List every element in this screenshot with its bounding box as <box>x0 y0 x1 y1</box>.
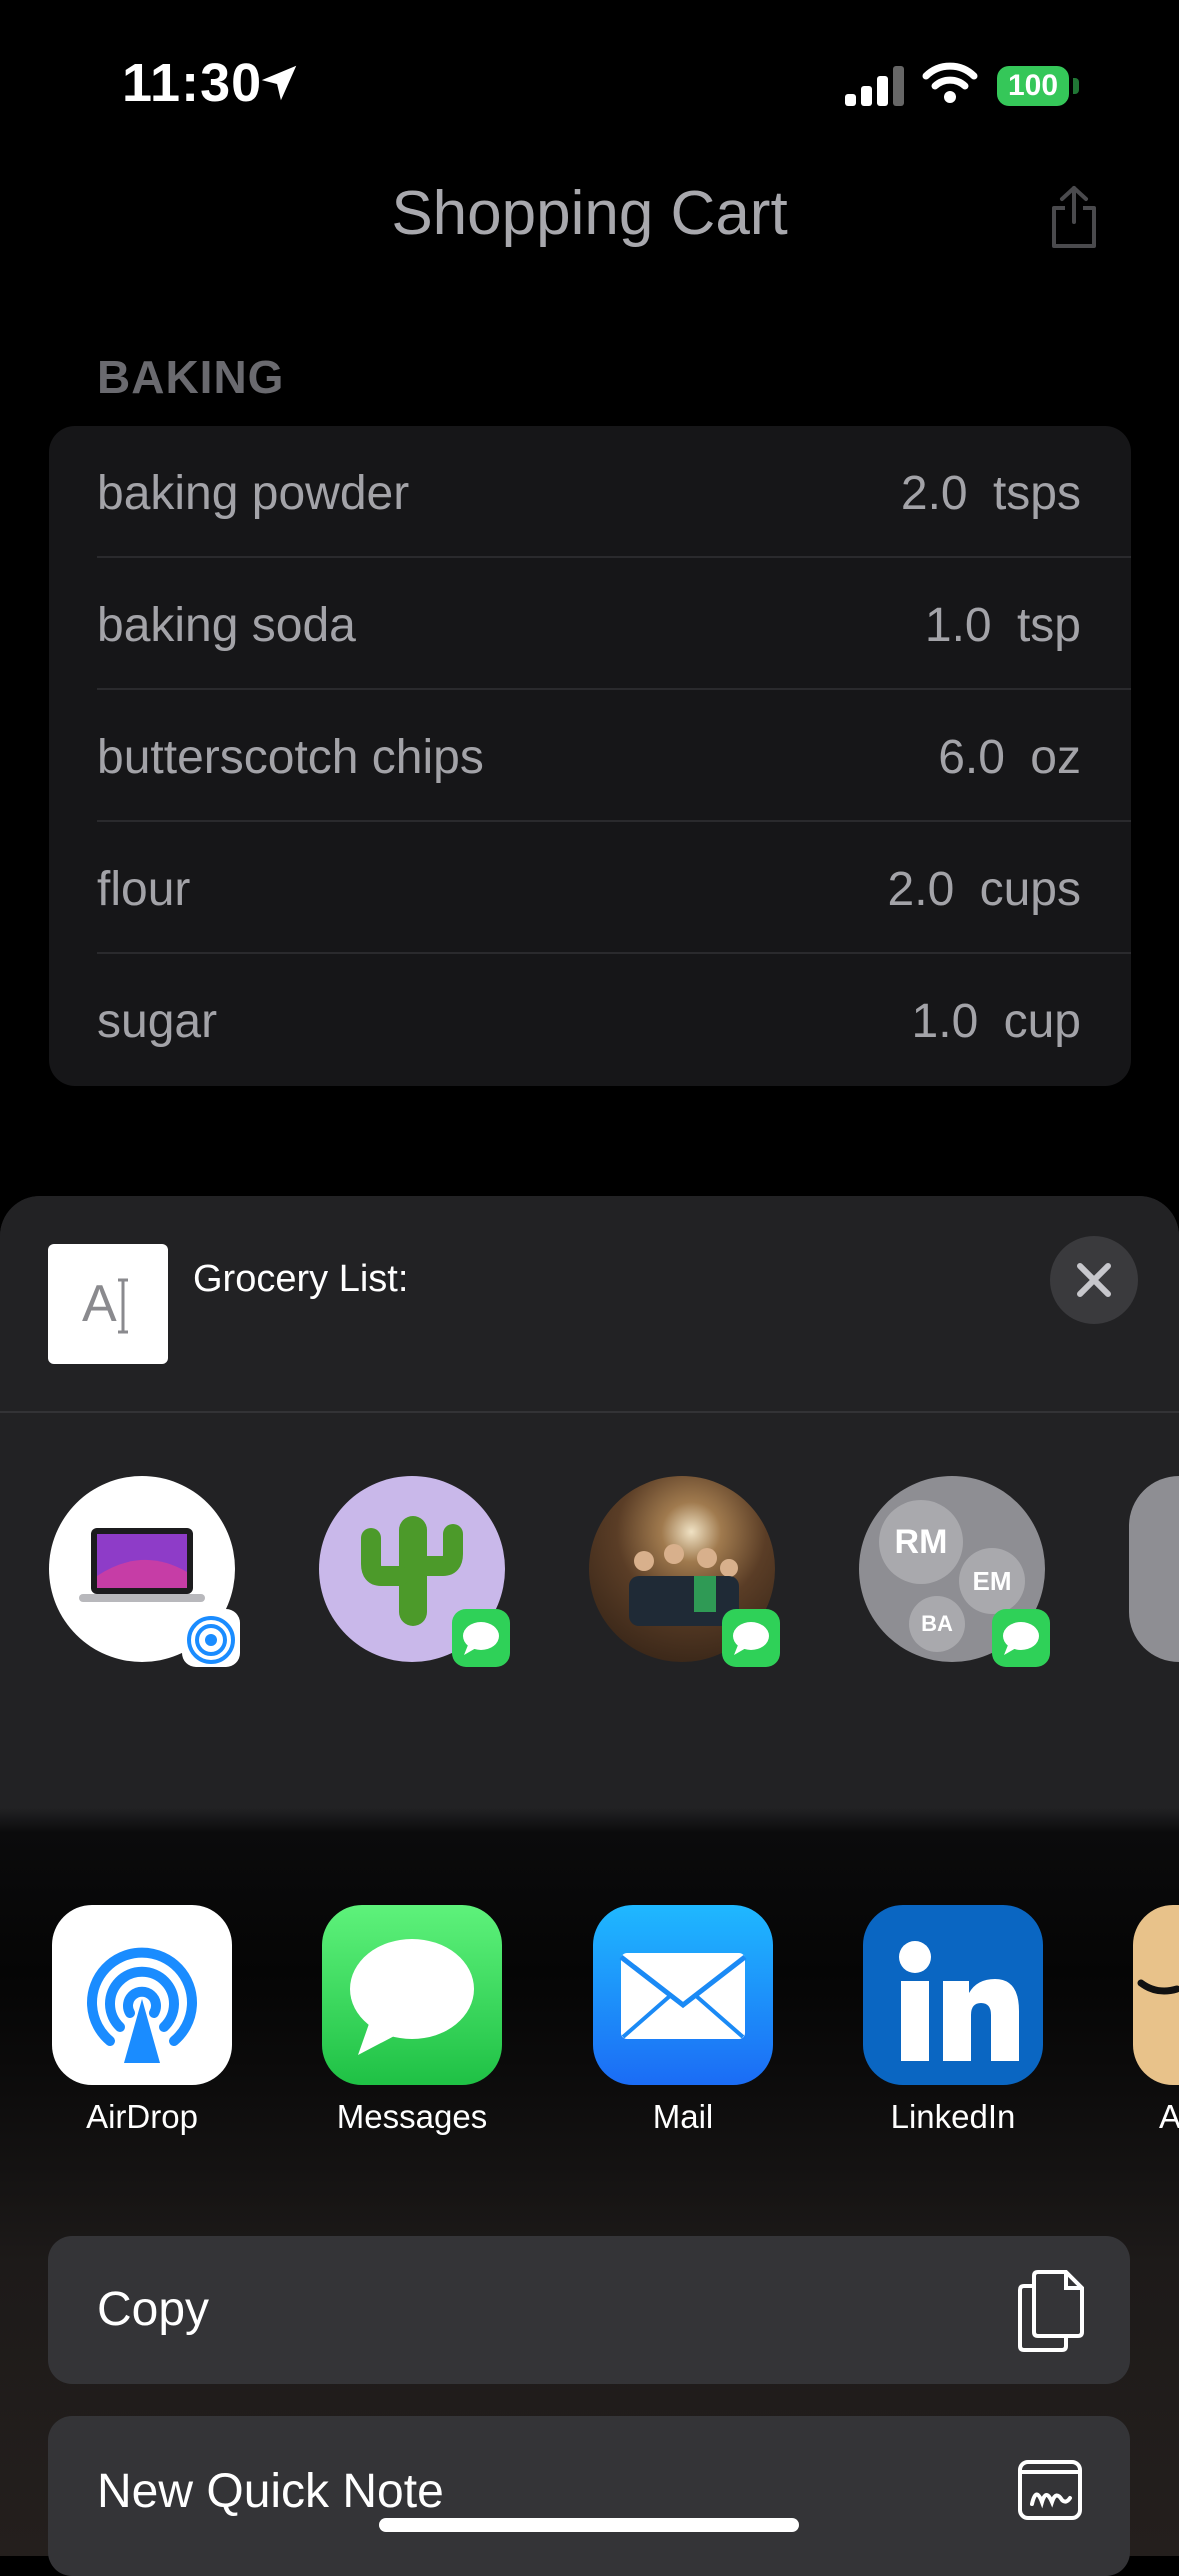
item-quantity: 2.0 tsps <box>900 467 1081 520</box>
list-item[interactable]: sugar 1.0 cup <box>49 954 1131 1086</box>
app-label: LinkedIn <box>890 2098 1016 2135</box>
section-header: BAKING <box>97 351 285 403</box>
item-name: sugar <box>97 995 218 1048</box>
messages-badge <box>722 1609 780 1667</box>
preview-icon-letter: A <box>82 1275 117 1333</box>
list-item[interactable]: butterscotch chips 6.0 oz <box>49 690 1131 822</box>
app-label: Mail <box>652 2098 714 2135</box>
new-quick-note-button[interactable]: New Quick Note <box>48 2416 1130 2576</box>
item-quantity: 1.0 cup <box>911 995 1081 1048</box>
action-label: New Quick Note <box>97 2465 444 2518</box>
wifi-icon <box>922 62 978 103</box>
app-messages[interactable] <box>322 1905 502 2085</box>
airdrop-icon <box>87 1947 197 2063</box>
messages-icon <box>1003 1622 1039 1655</box>
messages-badge <box>452 1609 510 1667</box>
item-quantity: 2.0 cups <box>887 863 1081 916</box>
avatar: BA <box>909 1596 965 1652</box>
app-airdrop[interactable] <box>52 1905 232 2085</box>
messages-icon <box>733 1622 769 1655</box>
amazon-icon <box>1137 1979 1179 1995</box>
close-icon <box>1077 1263 1111 1297</box>
item-quantity: 6.0 oz <box>938 731 1081 784</box>
messages-icon <box>350 1939 474 2055</box>
item-name: butterscotch chips <box>97 731 484 784</box>
app-mail[interactable] <box>593 1905 773 2085</box>
copy-button[interactable]: Copy <box>48 2236 1130 2384</box>
text-document-icon: A <box>48 1244 168 1364</box>
status-bar: 11:30 100 <box>0 0 1179 170</box>
close-button[interactable] <box>1050 1236 1138 1324</box>
app-amazon[interactable] <box>1133 1905 1179 2085</box>
battery-indicator: 100 <box>997 66 1069 106</box>
copy-icon <box>1018 2270 1084 2352</box>
location-arrow-icon <box>261 65 297 101</box>
share-preview-title: Grocery List: <box>193 1258 409 1300</box>
action-label: Copy <box>97 2283 210 2336</box>
list-item[interactable]: baking powder 2.0 tsps <box>49 426 1131 558</box>
battery-cap <box>1073 78 1079 94</box>
app-linkedin[interactable] <box>863 1905 1043 2085</box>
app-label: Messages <box>336 2098 488 2135</box>
cellular-signal-icon <box>845 66 904 106</box>
share-contact-partial[interactable] <box>1129 1476 1179 1662</box>
linkedin-icon <box>899 1941 1019 2061</box>
text-cursor-icon <box>118 1278 128 1334</box>
ingredient-list: baking powder 2.0 tsps baking soda 1.0 t… <box>49 426 1131 1086</box>
avatar: RM <box>879 1500 963 1584</box>
item-name: flour <box>97 863 191 916</box>
status-time: 11:30 <box>122 53 263 113</box>
airdrop-badge <box>182 1609 240 1667</box>
item-name: baking powder <box>97 467 410 520</box>
app-label: A <box>1159 2098 1179 2135</box>
airdrop-icon <box>187 1616 235 1664</box>
messages-badge <box>992 1609 1050 1667</box>
item-quantity: 1.0 tsp <box>924 599 1081 652</box>
list-item[interactable]: flour 2.0 cups <box>49 822 1131 954</box>
page-title: Shopping Cart <box>391 179 788 248</box>
list-item[interactable]: baking soda 1.0 tsp <box>49 558 1131 690</box>
share-icon[interactable] <box>1048 184 1100 250</box>
share-sheet-header: A Grocery List: <box>0 1196 1179 1411</box>
item-name: baking soda <box>97 599 356 652</box>
avatar: EM <box>959 1548 1025 1614</box>
home-indicator[interactable] <box>379 2518 799 2532</box>
app-label: AirDrop <box>86 2098 198 2135</box>
mail-icon <box>619 1953 747 2039</box>
quick-note-icon <box>1018 2460 1082 2520</box>
messages-icon <box>463 1622 499 1655</box>
